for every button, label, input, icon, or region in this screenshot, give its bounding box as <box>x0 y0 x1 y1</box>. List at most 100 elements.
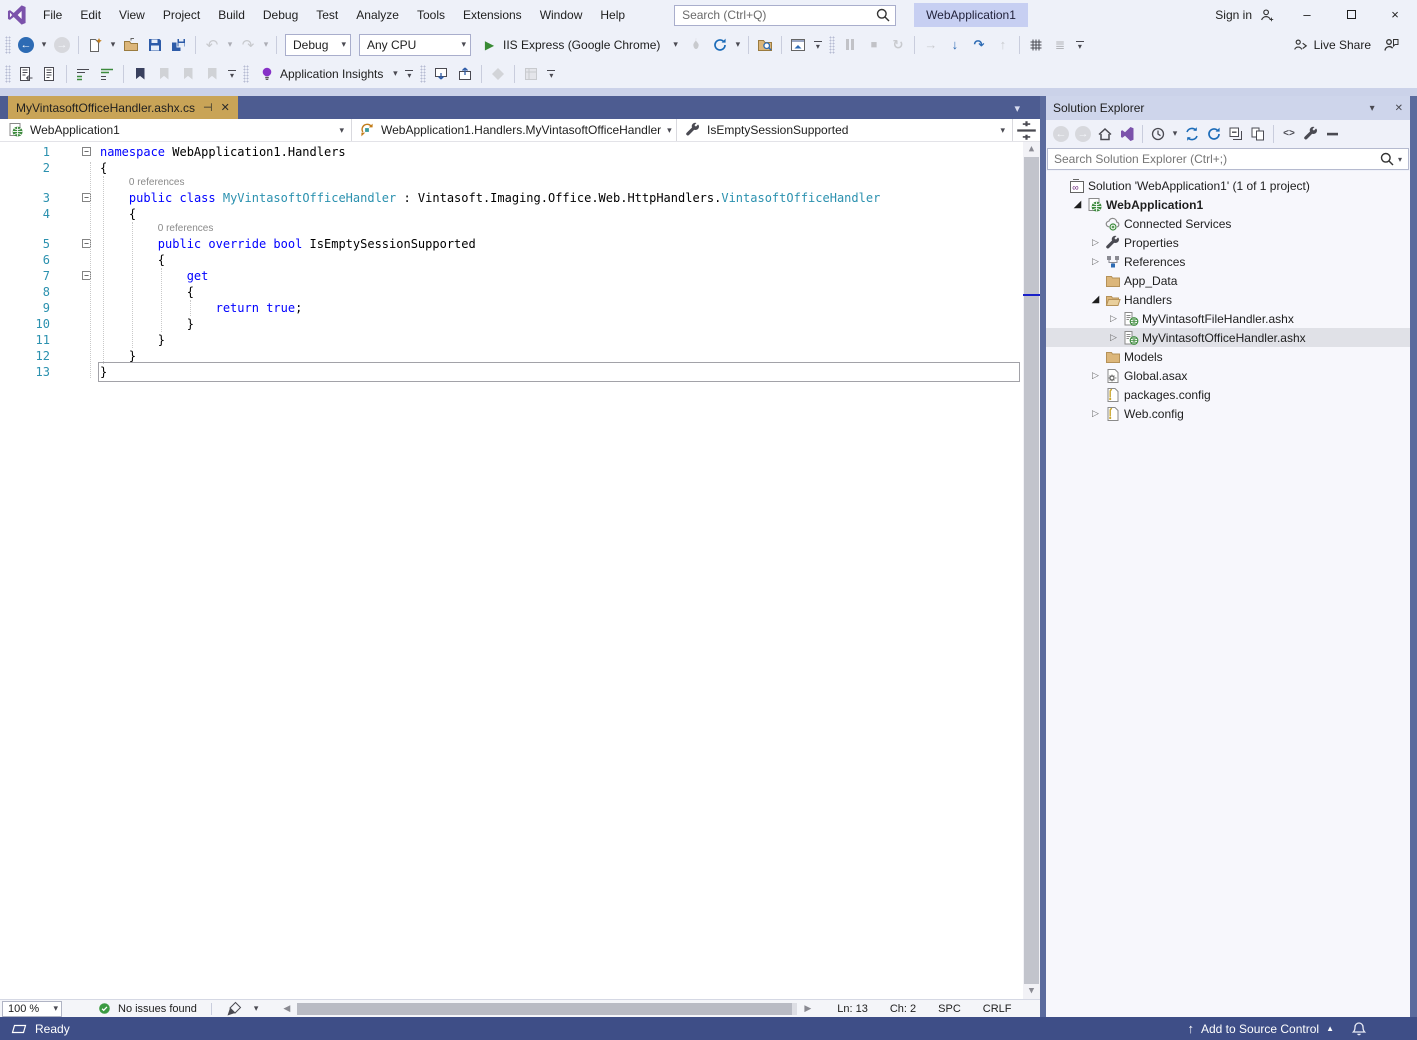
search-icon[interactable] <box>1379 151 1396 168</box>
add-to-source-control-button[interactable]: ↑ Add to Source Control ▲ <box>1188 1021 1335 1036</box>
combo-any-cpu[interactable]: Any CPU▾ <box>359 34 471 56</box>
codelens-references[interactable]: 0 references <box>100 176 1018 190</box>
toolbar-options-icon[interactable]: ▾ <box>402 70 416 78</box>
project-dropdown[interactable]: WebApplication1 ▾ <box>0 119 352 141</box>
tree-item-webapplication1[interactable]: ◢WebApplication1 <box>1046 195 1410 214</box>
code-cleanup-button[interactable]: ▾ <box>226 1000 259 1017</box>
tree-item-global-asax[interactable]: ▷Global.asax <box>1046 366 1410 385</box>
menu-tools[interactable]: Tools <box>408 0 454 30</box>
solution-search-input[interactable] <box>1054 152 1379 166</box>
toggle-bookmark-icon[interactable] <box>128 62 152 86</box>
toolbar-options-icon[interactable]: ▾ <box>811 41 825 49</box>
chevron-down-icon[interactable]: ▾ <box>224 39 236 50</box>
pause-icon[interactable] <box>838 33 862 57</box>
unindent-icon[interactable] <box>14 62 38 86</box>
menu-view[interactable]: View <box>110 0 154 30</box>
close-tab-icon[interactable]: ✕ <box>221 101 230 114</box>
document-health-indicator[interactable]: No issues found <box>96 1000 197 1017</box>
tree-item-properties[interactable]: ▷Properties <box>1046 233 1410 252</box>
space-mode-indicator[interactable]: SPC <box>927 1003 972 1015</box>
refresh-icon[interactable] <box>708 33 732 57</box>
se-forward-icon[interactable]: → <box>1072 123 1094 145</box>
collapse-arrow-icon[interactable]: ▷ <box>1106 313 1121 324</box>
scroll-down-icon[interactable]: ▼ <box>1023 984 1040 999</box>
scrollbar-thumb[interactable] <box>1024 157 1039 984</box>
tree-item-references[interactable]: ▷References <box>1046 252 1410 271</box>
import-datatips-icon[interactable] <box>429 62 453 86</box>
codelens-references[interactable]: 0 references <box>100 222 1018 236</box>
new-file-icon[interactable] <box>83 33 107 57</box>
prev-bookmark-icon[interactable] <box>152 62 176 86</box>
home-icon[interactable] <box>1094 123 1116 145</box>
menu-debug[interactable]: Debug <box>254 0 307 30</box>
tree-item-packages-config[interactable]: packages.config <box>1046 385 1410 404</box>
scroll-right-icon[interactable]: ▶ <box>799 1003 816 1014</box>
line-ending-indicator[interactable]: CRLF <box>972 1003 1023 1015</box>
solution-search-box[interactable]: ▾ <box>1047 148 1409 170</box>
collapse-all-icon[interactable] <box>1225 123 1247 145</box>
menu-file[interactable]: File <box>34 0 71 30</box>
chevron-down-icon[interactable]: ▾ <box>1398 155 1402 164</box>
nav-back-icon[interactable]: ← <box>14 33 38 57</box>
view-code-icon[interactable]: <> <box>1278 123 1300 145</box>
code-line-2[interactable]: 2{ <box>0 160 1040 176</box>
hot-reload-icon[interactable] <box>684 33 708 57</box>
code-line-7[interactable]: 7− get <box>0 268 1040 284</box>
background-tasks-icon[interactable] <box>10 1020 27 1037</box>
scrollbar-thumb[interactable] <box>297 1003 792 1015</box>
uncomment-icon[interactable] <box>95 62 119 86</box>
save-all-icon[interactable] <box>167 33 191 57</box>
type-dropdown[interactable]: WebApplication1.Handlers.MyVintasoftOffi… <box>352 119 677 141</box>
step-into-icon[interactable]: ↓ <box>943 33 967 57</box>
split-window-button[interactable] <box>1013 119 1040 141</box>
minimize-button[interactable]: – <box>1285 0 1329 30</box>
clear-bookmarks-icon[interactable] <box>200 62 224 86</box>
step-out-icon[interactable]: ↑ <box>991 33 1015 57</box>
scroll-left-icon[interactable]: ◀ <box>278 1003 295 1014</box>
code-line-6[interactable]: 6 { <box>0 252 1040 268</box>
preview-selected-icon[interactable] <box>1322 123 1344 145</box>
chevron-down-icon[interactable]: ▾ <box>389 68 401 79</box>
menu-build[interactable]: Build <box>209 0 254 30</box>
step-over-icon[interactable]: ↷ <box>967 33 991 57</box>
chevron-down-icon[interactable]: ▾ <box>732 39 744 50</box>
tree-item-connected-services[interactable]: Connected Services <box>1046 214 1410 233</box>
nav-forward-icon[interactable]: → <box>50 33 74 57</box>
line-indicator[interactable]: Ln: 13 <box>826 1003 879 1015</box>
solution-explorer-title-bar[interactable]: Solution Explorer ▾ ✕ <box>1046 96 1410 120</box>
se-back-icon[interactable]: ← <box>1050 123 1072 145</box>
zoom-selector[interactable]: 100 % ▾ <box>2 1001 62 1017</box>
menu-edit[interactable]: Edit <box>71 0 110 30</box>
menu-help[interactable]: Help <box>591 0 634 30</box>
codelens-row[interactable]: 0 references <box>0 222 1040 236</box>
vertical-scrollbar[interactable]: ▲ ▼ <box>1023 142 1040 999</box>
codelens-row[interactable]: 0 references <box>0 176 1040 190</box>
next-bookmark-icon[interactable] <box>176 62 200 86</box>
code-line-5[interactable]: 5− public override bool IsEmptySessionSu… <box>0 236 1040 252</box>
expand-arrow-icon[interactable]: ◢ <box>1088 294 1103 305</box>
drag-handle[interactable] <box>420 65 426 83</box>
project-context-chip[interactable]: WebApplication1 <box>914 3 1028 27</box>
live-share-button[interactable]: Live Share <box>1292 36 1371 53</box>
tree-item-web-config[interactable]: ▷Web.config <box>1046 404 1410 423</box>
app-insights-button[interactable]: Application Insights <box>252 62 389 86</box>
tree-item-myvintasoftofficehandler-ashx[interactable]: ▷MyVintasoftOfficeHandler.ashx <box>1046 328 1410 347</box>
close-button[interactable]: × <box>1373 0 1417 30</box>
toolbar-options-icon[interactable]: ▾ <box>544 70 558 78</box>
intellitrace-icon[interactable] <box>486 62 510 86</box>
search-input[interactable] <box>682 8 874 22</box>
chevron-down-icon[interactable]: ▾ <box>1169 128 1181 139</box>
collapse-arrow-icon[interactable]: ▷ <box>1088 256 1103 267</box>
chevron-down-icon[interactable]: ▾ <box>107 39 119 50</box>
combo-debug[interactable]: Debug▾ <box>285 34 351 56</box>
start-debug-button[interactable]: ▶IIS Express (Google Chrome)▾ <box>475 33 684 57</box>
indent-icon[interactable] <box>38 62 62 86</box>
menu-extensions[interactable]: Extensions <box>454 0 531 30</box>
menu-window[interactable]: Window <box>531 0 592 30</box>
code-line-13[interactable]: 13} <box>0 364 1040 380</box>
maximize-button[interactable] <box>1329 0 1373 30</box>
code-line-9[interactable]: 9 return true; <box>0 300 1040 316</box>
redo-icon[interactable]: ↷ <box>236 33 260 57</box>
pending-changes-filter-icon[interactable] <box>1147 123 1169 145</box>
sync-active-document-icon[interactable] <box>1181 123 1203 145</box>
